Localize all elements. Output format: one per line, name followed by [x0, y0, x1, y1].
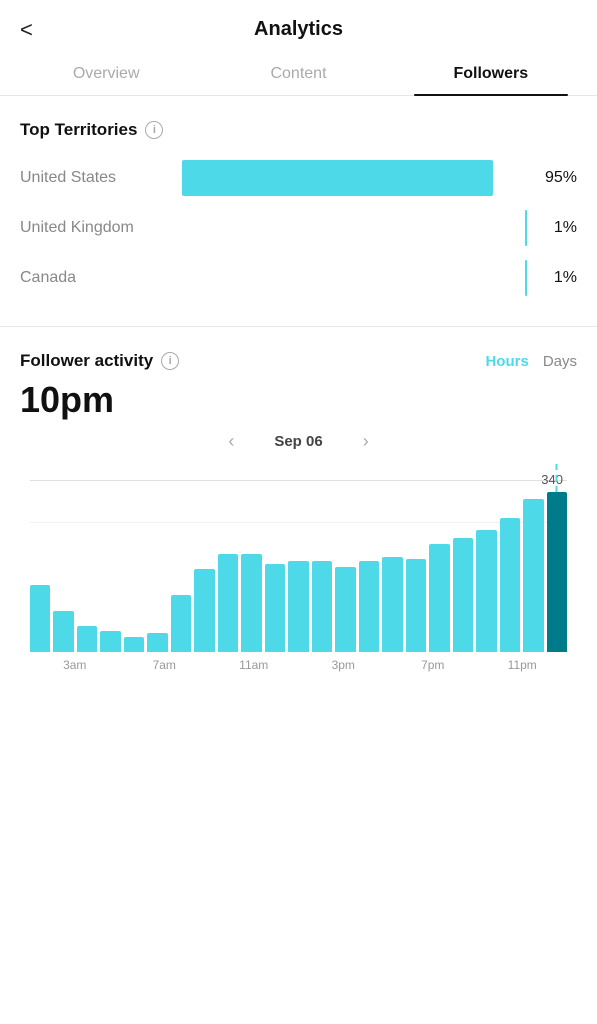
chart-bar-21	[523, 499, 543, 652]
territory-bar-us	[182, 160, 527, 196]
chart-bar-col-7	[194, 492, 214, 652]
date-label: Sep 06	[274, 433, 322, 450]
chart-bar-col-16	[406, 492, 426, 652]
chart-bar-19	[476, 530, 496, 652]
chart-bar-col-6	[171, 492, 191, 652]
territory-bar-uk	[182, 210, 527, 246]
chart-bar-col-9	[241, 492, 261, 652]
date-nav: ‹ Sep 06 ›	[20, 431, 577, 452]
date-next-arrow[interactable]: ›	[363, 431, 369, 452]
chart-bar-11	[288, 561, 308, 652]
chart-bar-col-3	[100, 492, 120, 652]
chart-bar-9	[241, 554, 261, 652]
territories-title: Top Territories	[20, 120, 137, 140]
chart-bars	[30, 472, 567, 652]
chart-bar-col-19	[476, 492, 496, 652]
top-territories-section: Top Territories i United States 95% Unit…	[0, 96, 597, 327]
chart-bar-col-18	[453, 492, 473, 652]
x-label-5: 11pm	[478, 658, 568, 672]
date-prev-arrow[interactable]: ‹	[228, 431, 234, 452]
territory-row-us: United States 95%	[20, 160, 577, 196]
territory-pct-ca: 1%	[539, 269, 577, 287]
chart-bar-7	[194, 569, 214, 652]
activity-header-left: Follower activity i	[20, 351, 179, 371]
territory-row-uk: United Kingdom 1%	[20, 210, 577, 246]
chart-bar-1	[53, 611, 73, 652]
chart-bar-col-15	[382, 492, 402, 652]
chart-bar-col-14	[359, 492, 379, 652]
chart-bar-col-12	[312, 492, 332, 652]
chart-bar-22	[547, 492, 567, 652]
chart-bar-5	[147, 633, 167, 652]
chart-bar-17	[429, 544, 449, 652]
territories-info-icon[interactable]: i	[145, 121, 163, 139]
chart-bar-col-5	[147, 492, 167, 652]
chart-bar-6	[171, 595, 191, 652]
tab-overview[interactable]: Overview	[10, 51, 202, 95]
territory-pct-us: 95%	[539, 169, 577, 187]
chart-bar-col-1	[53, 492, 73, 652]
chart-bar-col-2	[77, 492, 97, 652]
territory-row-ca: Canada 1%	[20, 260, 577, 296]
chart-bar-col-11	[288, 492, 308, 652]
chart-bar-col-20	[500, 492, 520, 652]
activity-header: Follower activity i Hours Days	[20, 351, 577, 371]
chart-bar-col-8	[218, 492, 238, 652]
chart-bar-16	[406, 559, 426, 652]
territory-name-uk: United Kingdom	[20, 219, 170, 237]
chart-bar-2	[77, 626, 97, 652]
chart-bar-0	[30, 585, 50, 652]
chart-bar-col-13	[335, 492, 355, 652]
section-header: Top Territories i	[20, 120, 577, 140]
activity-title: Follower activity	[20, 351, 153, 371]
chart-bar-col-10	[265, 492, 285, 652]
chart-bar-col-4	[124, 492, 144, 652]
tab-followers[interactable]: Followers	[395, 51, 587, 95]
x-label-3: 3pm	[299, 658, 389, 672]
chart-bar-15	[382, 557, 402, 652]
chart-bar-col-21	[523, 492, 543, 652]
chart-bar-12	[312, 561, 332, 652]
territory-pct-uk: 1%	[539, 219, 577, 237]
chart-bar-3	[100, 631, 120, 652]
x-label-4: 7pm	[388, 658, 478, 672]
x-label-1: 7am	[120, 658, 210, 672]
activity-toggle: Hours Days	[485, 353, 577, 370]
territory-bar-ca	[182, 260, 527, 296]
back-button[interactable]: <	[20, 17, 33, 43]
chart-bar-13	[335, 567, 355, 652]
x-axis: 3am7am11am3pm7pm11pm	[20, 652, 577, 688]
chart-area: 340	[20, 472, 577, 652]
x-label-0: 3am	[30, 658, 120, 672]
toggle-days[interactable]: Days	[543, 353, 577, 370]
chart-bar-col-17	[429, 492, 449, 652]
peak-time: 10pm	[20, 379, 577, 421]
chart-bar-10	[265, 564, 285, 652]
page-title: Analytics	[254, 18, 343, 41]
chart-bar-18	[453, 538, 473, 652]
follower-activity-section: Follower activity i Hours Days 10pm ‹ Se…	[0, 327, 597, 688]
x-label-2: 11am	[209, 658, 299, 672]
chart-bar-col-22	[547, 492, 567, 652]
tab-bar: Overview Content Followers	[0, 51, 597, 96]
chart-bar-col-0	[30, 492, 50, 652]
chart-bar-8	[218, 554, 238, 652]
territory-name-ca: Canada	[20, 269, 170, 287]
chart-bar-20	[500, 518, 520, 652]
activity-info-icon[interactable]: i	[161, 352, 179, 370]
chart-bar-4	[124, 637, 144, 652]
toggle-hours[interactable]: Hours	[485, 353, 528, 370]
tab-content[interactable]: Content	[202, 51, 394, 95]
territory-name-us: United States	[20, 169, 170, 187]
chart-bar-14	[359, 561, 379, 652]
header: < Analytics	[0, 0, 597, 51]
